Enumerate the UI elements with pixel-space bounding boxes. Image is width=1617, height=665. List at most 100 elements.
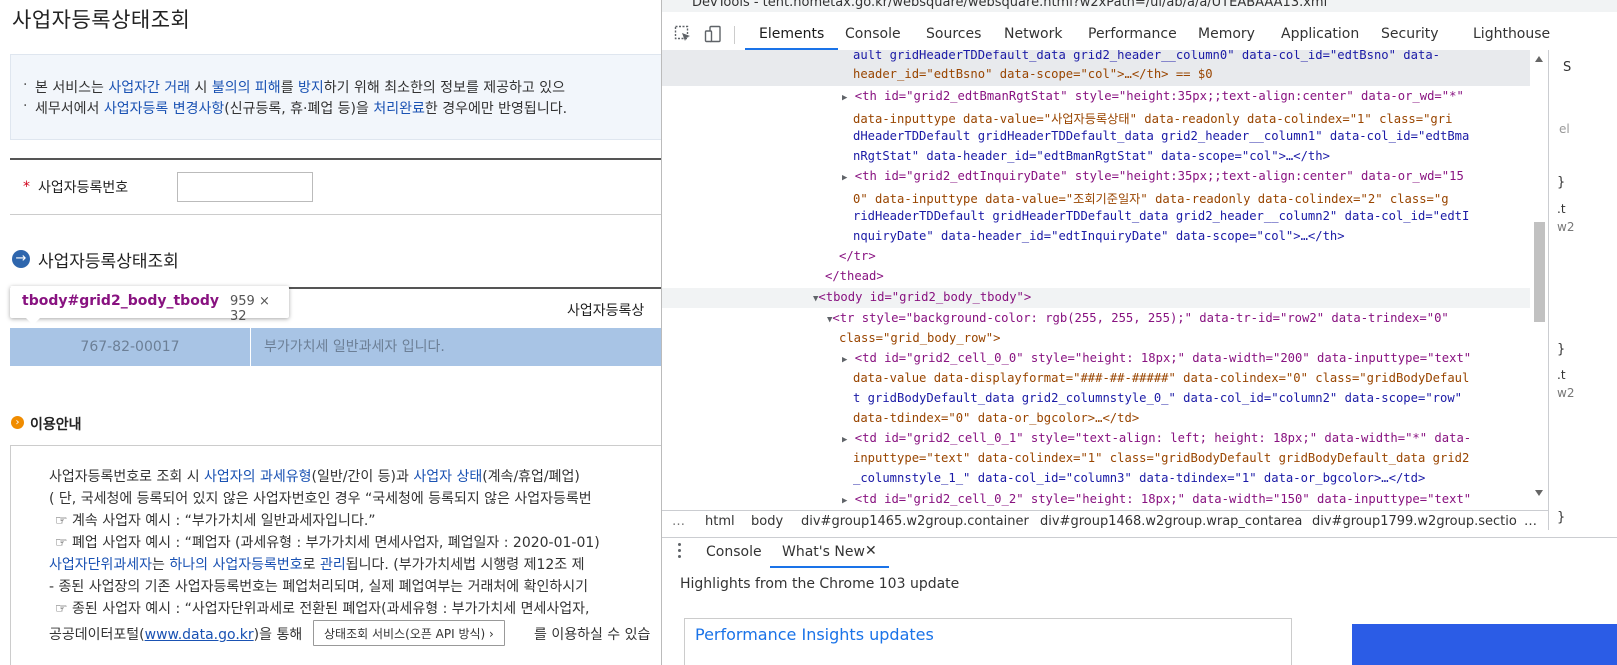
- info-line-7: ☞ 종된 사업자 예시 : “사업자단위과세로 전환된 폐업자(과세유형 : 부…: [55, 601, 590, 617]
- styles-text: .t: [1557, 368, 1566, 382]
- info-bullet-icon: ›: [11, 416, 24, 429]
- tab-elements[interactable]: Elements: [744, 26, 839, 50]
- dom-line[interactable]: data-tdindex="0" data-or_bgcolor>…</td>: [853, 411, 1139, 425]
- breadcrumb-contarea[interactable]: div#group1468.w2group.wrap_contarea: [1040, 514, 1302, 529]
- scroll-thumb[interactable]: [1534, 222, 1545, 322]
- scroll-up-icon[interactable]: [1535, 56, 1543, 62]
- inspect-element-icon[interactable]: [674, 25, 692, 43]
- dom-line[interactable]: ridHeaderTDDefault gridHeaderTDDefault_d…: [853, 209, 1469, 223]
- required-mark: *: [23, 179, 30, 195]
- tab-application[interactable]: Application: [1281, 26, 1359, 42]
- open-api-button[interactable]: 상태조회 서비스(오픈 API 방식) ›: [313, 620, 505, 646]
- info-line-2: ( 단, 국세청에 등록되어 있지 않은 사업자번호인 경우 “국세청에 등록되…: [49, 491, 592, 507]
- tab-performance[interactable]: Performance: [1088, 26, 1177, 42]
- styles-text: S: [1563, 60, 1572, 75]
- expand-triangle-icon[interactable]: ▶: [842, 496, 847, 506]
- info-line-6: - 종된 사업장의 기존 사업자등록번호는 폐업처리되며, 실제 폐업여부는 거…: [49, 579, 588, 595]
- devtools-titlebar: DevTools - tent.hometax.go.kr/websquare/…: [662, 0, 1617, 12]
- dom-line[interactable]: ▼<tr style="background-color: rgb(255, 2…: [827, 311, 1449, 325]
- styles-pane[interactable]: S el } .t w2 } .t w2 }: [1548, 50, 1617, 530]
- inspect-tooltip: tbody#grid2_body_tbody 959 × 32: [10, 286, 289, 325]
- notice-box: 본 서비스는 사업자간 거래 시 불의의 피해를 방지하기 위해 최소한의 정보…: [10, 54, 681, 140]
- dom-line[interactable]: data-inputtype data-value="사업자등록상태" data…: [853, 109, 1452, 127]
- tab-network[interactable]: Network: [1004, 26, 1062, 42]
- info-line-4: ☞ 폐업 사업자 예시 : “폐업자 (과세유형 : 부가가치세 면세사업자, …: [55, 535, 600, 551]
- dom-line[interactable]: nRgtStat" data-header_id="edtBmanRgtStat…: [853, 149, 1330, 163]
- toolbar-divider: [734, 26, 735, 44]
- styles-text: }: [1557, 342, 1566, 357]
- breadcrumb-more-end[interactable]: …: [1524, 514, 1537, 529]
- grid-header-status: 사업자등록상: [567, 303, 645, 319]
- expand-triangle-icon[interactable]: ▶: [842, 355, 847, 365]
- info-line-8-tail: 를 이용하실 수 있습: [534, 627, 651, 643]
- web-page: 사업자등록상태조회 본 서비스는 사업자간 거래 시 불의의 피해를 방지하기 …: [0, 0, 681, 665]
- breadcrumb-more[interactable]: …: [672, 514, 685, 529]
- dom-line[interactable]: header_id="edtBsno" data-scope="col">…</…: [853, 67, 1213, 81]
- expand-triangle-icon[interactable]: ▶: [842, 93, 847, 103]
- dom-line[interactable]: ▶ <th id="grid2_edtBmanRgtStat" style="h…: [842, 89, 1464, 103]
- notice-line-2: 세무서에서 사업자등록 변경사항(신규등록, 휴·폐업 등)을 처리완료한 경우…: [23, 98, 567, 118]
- dom-line[interactable]: nquiryDate" data-header_id="edtInquiryDa…: [853, 229, 1345, 243]
- dom-line[interactable]: class="grid_body_row">: [839, 331, 1000, 345]
- expand-triangle-icon[interactable]: ▶: [842, 173, 847, 183]
- dom-line[interactable]: ▼<tbody id="grid2_body_tbody">: [813, 290, 1031, 304]
- section-title: 사업자등록상태조회: [38, 252, 179, 272]
- tooltip-size: 959 × 32: [230, 294, 270, 324]
- page-title: 사업자등록상태조회: [12, 8, 191, 32]
- dom-line[interactable]: ▶ <th id="grid2_edtInquiryDate" style="h…: [842, 169, 1464, 183]
- info-title: 이용안내: [30, 417, 82, 433]
- business-number-label: 사업자등록번호: [38, 180, 129, 196]
- tab-console[interactable]: Console: [845, 26, 901, 42]
- breadcrumb-section[interactable]: div#group1799.w2group.sectio: [1312, 514, 1517, 529]
- tab-memory[interactable]: Memory: [1198, 26, 1255, 42]
- dom-scrollbar[interactable]: [1530, 50, 1548, 510]
- dom-line[interactable]: </thead>: [825, 269, 884, 283]
- tab-security[interactable]: Security: [1381, 26, 1439, 42]
- info-line-8: 공공데이터포털(www.data.go.kr)을 통해: [49, 627, 303, 643]
- tab-lighthouse[interactable]: Lighthouse: [1473, 26, 1550, 42]
- dom-line[interactable]: t gridBodyDefault_data grid2_columnstyle…: [853, 391, 1462, 405]
- dom-tree[interactable]: ault gridHeaderTDDefault_data grid2_head…: [662, 50, 1530, 510]
- dom-line[interactable]: ▶ <td id="grid2_cell_0_2" style="height:…: [842, 492, 1471, 506]
- breadcrumb-container[interactable]: div#group1465.w2group.container: [801, 514, 1029, 529]
- table-row[interactable]: 767-82-00017 부가가치세 일반과세자 입니다.: [10, 328, 681, 366]
- expand-triangle-icon[interactable]: ▶: [842, 435, 847, 445]
- breadcrumb: … html body div#group1465.w2group.contai…: [662, 510, 1548, 533]
- dom-line[interactable]: data-value data-displayformat="###-##-##…: [853, 371, 1469, 385]
- dom-line[interactable]: inputtype="text" data-colindex="1" class…: [853, 451, 1469, 465]
- promo-image: [1352, 624, 1617, 665]
- dom-line[interactable]: dHeaderTDDefault gridHeaderTDDefault_dat…: [853, 129, 1469, 143]
- card-title[interactable]: Performance Insights updates: [695, 625, 934, 644]
- tab-sources[interactable]: Sources: [926, 26, 981, 42]
- dom-line[interactable]: _columnstyle_1_" data-col_id="column3" d…: [853, 471, 1425, 485]
- dom-line[interactable]: </tr>: [839, 249, 876, 263]
- info-line-5: 사업자단위과세자는 하나의 사업자등록번호로 관리됩니다. (부가가치세법 시행…: [49, 557, 585, 573]
- breadcrumb-html[interactable]: html: [705, 514, 735, 529]
- info-line-3: ☞ 계속 사업자 예시 : “부가가치세 일반과세자입니다.”: [55, 513, 376, 529]
- devtools-window-title: DevTools - tent.hometax.go.kr/websquare/…: [692, 0, 1328, 10]
- styles-text: }: [1557, 510, 1566, 525]
- styles-text: w2: [1557, 386, 1575, 400]
- info-box: 사업자등록번호로 조회 시 사업자의 과세유형(일반/간이 등)과 사업자 상태…: [10, 445, 681, 665]
- grid-cell-status: 부가가치세 일반과세자 입니다.: [264, 339, 445, 355]
- close-icon[interactable]: ✕: [865, 543, 877, 559]
- dom-line[interactable]: 0" data-inputtype data-value="조회기준일자" da…: [853, 189, 1449, 207]
- tooltip-selector: tbody#grid2_body_tbody: [22, 293, 219, 309]
- dom-line[interactable]: ▶ <td id="grid2_cell_0_0" style="height:…: [842, 351, 1471, 365]
- device-toolbar-icon[interactable]: [704, 25, 722, 43]
- grid-cell-bsno: 767-82-00017: [10, 328, 251, 366]
- whats-new-card[interactable]: Performance Insights updates: [684, 618, 1292, 665]
- drawer-menu-icon[interactable]: [678, 543, 682, 561]
- devtools-window: DevTools - tent.hometax.go.kr/websquare/…: [661, 0, 1617, 665]
- drawer-tab-console[interactable]: Console: [706, 544, 762, 560]
- search-form: * 사업자등록번호: [10, 158, 681, 215]
- dom-line[interactable]: ▶ <td id="grid2_cell_0_1" style="text-al…: [842, 431, 1471, 445]
- dom-line[interactable]: ault gridHeaderTDDefault_data grid2_head…: [853, 50, 1440, 62]
- info-line-1: 사업자등록번호로 조회 시 사업자의 과세유형(일반/간이 등)과 사업자 상태…: [49, 469, 580, 485]
- business-number-input[interactable]: [177, 172, 313, 202]
- drawer-tab-whats-new[interactable]: What's New: [770, 544, 889, 568]
- scroll-down-icon[interactable]: [1535, 490, 1543, 496]
- styles-text: .t: [1557, 202, 1566, 216]
- data-portal-link[interactable]: www.data.go.kr: [145, 627, 254, 643]
- breadcrumb-body[interactable]: body: [751, 514, 783, 529]
